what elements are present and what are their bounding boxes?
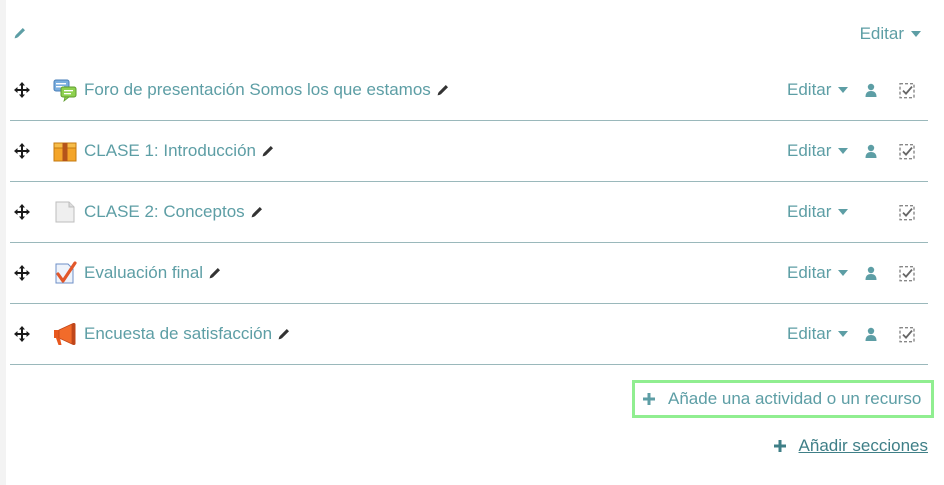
chevron-down-icon [838,331,849,337]
activity-row: Foro de presentación Somos los que estam… [10,60,928,121]
add-activity-label: Añade una actividad o un recurso [668,389,922,408]
edit-title-pencil-icon[interactable] [436,83,450,97]
add-sections-label: Añadir secciones [798,436,928,455]
section-header: Editar [0,0,944,68]
plus-icon [643,393,655,405]
activity-edit-menu[interactable]: Editar [787,141,849,161]
activity-title-wrap: Evaluación final [84,263,222,283]
move-icon[interactable] [14,265,30,281]
add-sections-link[interactable]: Añadir secciones [773,436,928,456]
role-user-icon[interactable] [865,266,877,280]
activity-edit-label: Editar [787,202,832,221]
package-icon [53,142,77,162]
activity-list: Foro de presentación Somos los que estam… [10,60,928,365]
activity-row: Evaluación final Editar [10,243,928,304]
activity-title-link[interactable]: Evaluación final [84,263,203,283]
completion-checkbox-icon[interactable] [899,326,915,343]
activity-edit-menu[interactable]: Editar [787,80,849,100]
activity-title-link[interactable]: Encuesta de satisfacción [84,324,272,344]
edit-title-pencil-icon[interactable] [250,205,264,219]
edit-section-pencil-icon[interactable] [13,26,27,40]
activity-edit-label: Editar [787,324,832,343]
completion-checkbox-icon[interactable] [899,204,915,221]
activity-edit-label: Editar [787,141,832,160]
edit-title-pencil-icon[interactable] [261,144,275,158]
activity-title-wrap: CLASE 2: Conceptos [84,202,264,222]
edit-title-pencil-icon[interactable] [277,327,291,341]
forum-icon [53,79,77,102]
activity-title-link[interactable]: Foro de presentación Somos los que estam… [84,80,431,100]
plus-icon [773,440,786,452]
activity-edit-label: Editar [787,263,832,282]
role-user-icon[interactable] [865,144,877,158]
completion-checkbox-icon[interactable] [899,82,915,99]
move-icon[interactable] [14,326,30,342]
chevron-down-icon [838,148,849,154]
activity-edit-menu[interactable]: Editar [787,202,849,222]
completion-checkbox-icon[interactable] [899,265,915,282]
activity-title-wrap: CLASE 1: Introducción [84,141,275,161]
move-icon[interactable] [14,204,30,220]
chevron-down-icon [838,270,849,276]
move-icon[interactable] [14,143,30,159]
activity-title-link[interactable]: CLASE 1: Introducción [84,141,256,161]
activity-edit-label: Editar [787,80,832,99]
role-user-icon[interactable] [865,83,877,97]
quiz-icon [55,261,77,284]
activity-row: Encuesta de satisfacción Editar [10,304,928,365]
activity-edit-menu[interactable]: Editar [787,263,849,283]
chevron-down-icon [911,31,921,37]
page-icon [55,201,75,223]
add-activity-button[interactable]: Añade una actividad o un recurso [632,380,934,418]
activity-title-link[interactable]: CLASE 2: Conceptos [84,202,245,222]
feedback-icon [54,323,76,345]
activity-title-wrap: Foro de presentación Somos los que estam… [84,80,450,100]
activity-row: CLASE 1: Introducción Editar [10,121,928,182]
section-edit-menu[interactable]: Editar [860,24,921,44]
chevron-down-icon [838,87,849,93]
edit-title-pencil-icon[interactable] [208,266,222,280]
section-edit-label: Editar [859,24,904,43]
left-gutter [0,0,6,485]
chevron-down-icon [838,209,849,215]
role-user-icon[interactable] [865,327,877,341]
activity-title-wrap: Encuesta de satisfacción [84,324,291,344]
activity-edit-menu[interactable]: Editar [787,324,849,344]
completion-checkbox-icon[interactable] [899,143,915,160]
move-icon[interactable] [14,82,30,98]
activity-row: CLASE 2: Conceptos Editar [10,182,928,243]
